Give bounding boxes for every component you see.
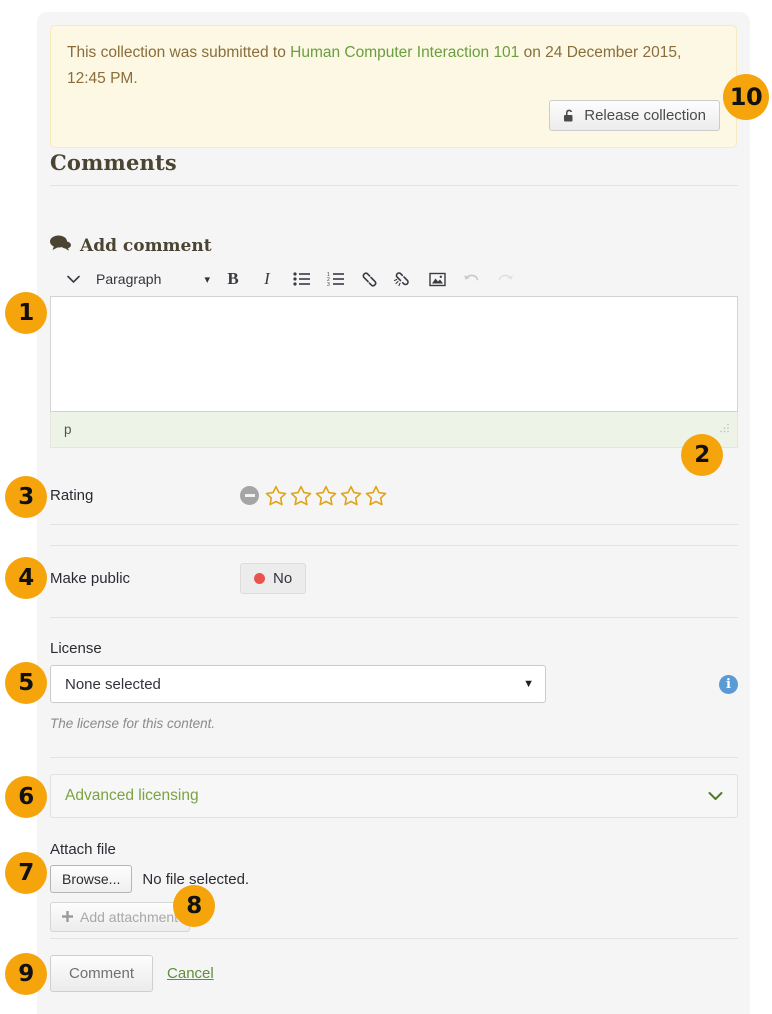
image-icon[interactable] [420, 265, 454, 293]
release-collection-button[interactable]: Release collection [549, 100, 720, 131]
callout-5: 5 [5, 662, 47, 704]
page-title: Comments [50, 150, 738, 175]
comment-submit-button[interactable]: Comment [50, 955, 153, 992]
format-select-label: Paragraph [96, 271, 161, 287]
resize-grip-icon[interactable] [719, 422, 730, 437]
license-selected-value: None selected [65, 676, 161, 693]
callout-2: 2 [681, 434, 723, 476]
add-attachment-label: Add attachment [80, 909, 178, 925]
divider [50, 757, 738, 758]
bold-icon[interactable]: B [216, 265, 250, 293]
link-icon[interactable] [352, 265, 386, 293]
bullet-list-icon[interactable] [284, 265, 318, 293]
caret-down-icon: ▼ [523, 678, 534, 690]
star-icon-2 [290, 485, 312, 506]
add-attachment-button[interactable]: Add attachment [50, 902, 190, 932]
italic-icon[interactable]: I [250, 265, 284, 293]
info-icon[interactable]: i [719, 675, 738, 694]
status-dot-icon [254, 573, 265, 584]
advanced-licensing-row: Advanced licensing [50, 774, 738, 818]
comment-editor: Paragraph ▾ B I 123 [50, 262, 738, 448]
callout-3: 3 [5, 476, 47, 518]
callout-8: 8 [173, 885, 215, 927]
rating-control[interactable] [240, 485, 387, 506]
element-path: p [64, 422, 72, 437]
release-button-row: Release collection [67, 100, 720, 131]
advanced-licensing-toggle[interactable]: Advanced licensing [50, 774, 738, 818]
star-icon-1 [265, 485, 287, 506]
numbered-list-icon[interactable]: 123 [318, 265, 352, 293]
license-select[interactable]: None selected ▼ [50, 665, 546, 703]
callout-10: 10 [723, 74, 769, 120]
comment-textarea[interactable] [50, 296, 738, 412]
callout-6: 6 [5, 776, 47, 818]
chevron-down-icon [708, 788, 723, 805]
rating-row: Rating [50, 485, 738, 506]
divider [50, 617, 738, 618]
add-comment-header: Add comment [50, 235, 212, 256]
license-row: License None selected ▼ i The license fo… [50, 640, 738, 731]
star-icon-3 [315, 485, 337, 506]
form-actions: Comment Cancel [50, 955, 738, 992]
make-public-label: Make public [50, 570, 240, 587]
editor-statusbar: p [50, 412, 738, 448]
redo-icon[interactable] [488, 265, 522, 293]
svg-text:3: 3 [327, 282, 330, 286]
release-collection-label: Release collection [584, 108, 706, 123]
make-public-toggle[interactable]: No [240, 563, 306, 594]
attach-file-row: Attach file Browse... No file selected. … [50, 841, 738, 932]
divider [50, 938, 738, 939]
cancel-link[interactable]: Cancel [167, 965, 214, 982]
divider [50, 538, 738, 539]
advanced-licensing-label: Advanced licensing [65, 787, 199, 805]
page-root: This collection was submitted to Human C… [0, 0, 772, 1014]
format-select[interactable]: Paragraph ▾ [86, 265, 216, 293]
browse-button[interactable]: Browse... [50, 865, 132, 893]
star-rating[interactable] [265, 485, 387, 506]
caret-down-icon: ▾ [204, 273, 210, 286]
callout-9: 9 [5, 953, 47, 995]
plus-icon [62, 909, 73, 925]
add-comment-label: Add comment [80, 236, 212, 256]
clear-rating-icon[interactable] [240, 486, 259, 505]
callout-7: 7 [5, 852, 47, 894]
star-icon-5 [365, 485, 387, 506]
callout-4: 4 [5, 557, 47, 599]
editor-toolbar: Paragraph ▾ B I 123 [50, 262, 738, 296]
comments-icon [50, 235, 71, 256]
license-help-text: The license for this content. [50, 716, 738, 731]
file-input-line: Browse... No file selected. [50, 865, 738, 893]
undo-icon[interactable] [454, 265, 488, 293]
unlink-icon[interactable] [386, 265, 420, 293]
chevron-down-icon[interactable] [60, 265, 86, 293]
make-public-value: No [273, 570, 292, 587]
submitted-notice: This collection was submitted to Human C… [50, 25, 737, 148]
group-link[interactable]: Human Computer Interaction 101 [290, 44, 519, 61]
license-control-line: None selected ▼ i [50, 665, 738, 703]
make-public-row: Make public No [50, 563, 738, 594]
unlock-icon [563, 108, 577, 123]
notice-text-before: This collection was submitted to [67, 44, 290, 61]
attach-file-label: Attach file [50, 841, 738, 858]
divider [50, 185, 738, 186]
star-icon-4 [340, 485, 362, 506]
submitted-notice-text: This collection was submitted to Human C… [67, 40, 720, 92]
callout-1: 1 [5, 292, 47, 334]
divider [50, 524, 738, 525]
comments-section-header: Comments [50, 150, 738, 186]
divider [50, 545, 738, 546]
license-label: License [50, 640, 738, 657]
rating-label: Rating [50, 487, 240, 504]
